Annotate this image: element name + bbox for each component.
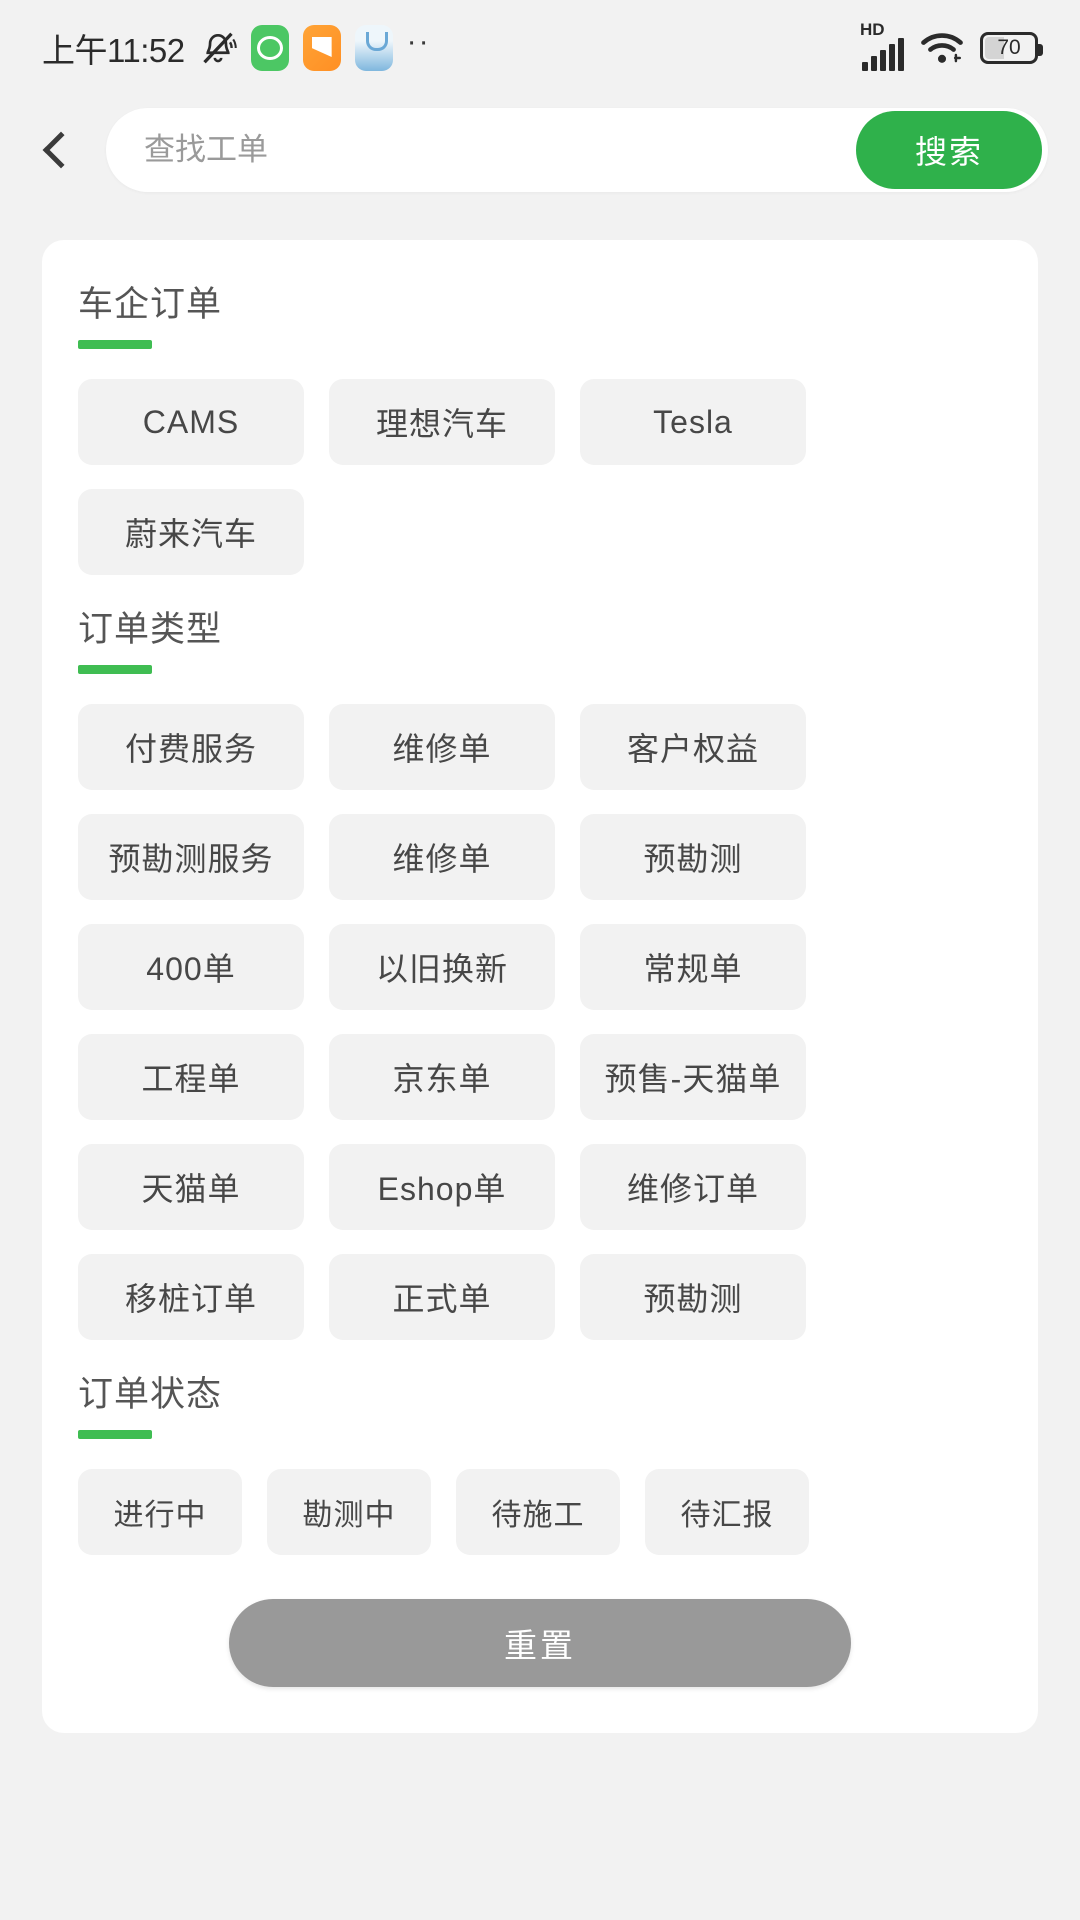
- status-bar-left: 上午11:52 ··: [42, 24, 431, 72]
- note-app-icon: [302, 25, 341, 71]
- chip-option[interactable]: 理想汽车: [329, 379, 555, 465]
- chip-option[interactable]: 勘测中: [267, 1469, 431, 1555]
- search-input[interactable]: [144, 132, 856, 168]
- cat-app-icon: [250, 25, 289, 71]
- chevron-left-icon: [42, 131, 80, 169]
- signal-bar-1: [862, 61, 868, 71]
- section-order-status: 订单状态 进行中 勘测中 待施工 待汇报: [78, 1374, 1002, 1555]
- chip-option[interactable]: 进行中: [78, 1469, 242, 1555]
- chip-option[interactable]: 以旧换新: [329, 924, 555, 1010]
- chip-option[interactable]: 移桩订单: [78, 1254, 304, 1340]
- chip-option[interactable]: 付费服务: [78, 704, 304, 790]
- back-button[interactable]: [30, 118, 84, 182]
- section-underline: [78, 340, 152, 349]
- chip-option[interactable]: 预勘测: [580, 1254, 806, 1340]
- search-button[interactable]: 搜索: [856, 111, 1042, 189]
- battery-level: 70: [997, 36, 1021, 59]
- chip-option[interactable]: 天猫单: [78, 1144, 304, 1230]
- chip-option[interactable]: 预勘测: [580, 814, 806, 900]
- section-vehicle-brand: 车企订单 CAMS 理想汽车 Tesla 蔚来汽车: [78, 284, 1002, 575]
- reset-button[interactable]: 重置: [229, 1599, 851, 1687]
- chip-option[interactable]: CAMS: [78, 379, 304, 465]
- reset-row: 重置: [78, 1599, 1002, 1687]
- section-underline: [78, 665, 152, 674]
- signal-bar-4: [889, 43, 895, 71]
- status-bar: 上午11:52 ·· HD 70: [0, 0, 1080, 96]
- chip-option[interactable]: Eshop单: [329, 1144, 555, 1230]
- chip-option[interactable]: Tesla: [580, 379, 806, 465]
- section-title: 车企订单: [78, 285, 223, 324]
- chip-group-order-status: 进行中 勘测中 待施工 待汇报: [78, 1469, 1002, 1555]
- section-title: 订单状态: [78, 1375, 223, 1414]
- section-order-type: 订单类型 付费服务 维修单 客户权益 预勘测服务 维修单 预勘测 400单 以旧…: [78, 609, 1002, 1340]
- mute-bell-icon: [202, 32, 237, 64]
- status-bar-right: HD 70: [860, 20, 1043, 71]
- hd-signal-icon: HD: [860, 20, 904, 71]
- chip-option[interactable]: 常规单: [580, 924, 806, 1010]
- chip-option[interactable]: 工程单: [78, 1034, 304, 1120]
- hd-label: HD: [860, 19, 885, 39]
- chip-option[interactable]: 维修单: [329, 814, 555, 900]
- chip-option[interactable]: 维修单: [329, 704, 555, 790]
- chip-option[interactable]: 客户权益: [580, 704, 806, 790]
- chip-option[interactable]: 待施工: [456, 1469, 620, 1555]
- chip-option[interactable]: 预勘测服务: [78, 814, 304, 900]
- section-title: 订单类型: [78, 610, 223, 649]
- cloud-app-icon: [354, 25, 393, 71]
- signal-bar-3: [880, 49, 886, 71]
- chip-option[interactable]: 京东单: [329, 1034, 555, 1120]
- signal-bar-5: [898, 37, 904, 71]
- search-field[interactable]: 搜索: [106, 108, 1048, 192]
- search-header: 搜索: [0, 96, 1080, 204]
- section-underline: [78, 1430, 152, 1439]
- signal-bar-2: [871, 55, 877, 71]
- wifi-icon: [921, 33, 963, 63]
- chip-group-vehicle-brand: CAMS 理想汽车 Tesla 蔚来汽车: [78, 379, 1002, 575]
- chip-option[interactable]: 待汇报: [645, 1469, 809, 1555]
- filter-card: 车企订单 CAMS 理想汽车 Tesla 蔚来汽车 订单类型 付费服务 维修单 …: [42, 240, 1038, 1733]
- overflow-dots-icon: ··: [406, 25, 431, 58]
- chip-option[interactable]: 正式单: [329, 1254, 555, 1340]
- chip-option[interactable]: 400单: [78, 924, 304, 1010]
- status-time: 上午11:52: [42, 32, 185, 69]
- chip-option[interactable]: 蔚来汽车: [78, 489, 304, 575]
- chip-option[interactable]: 预售-天猫单: [580, 1034, 806, 1120]
- chip-option[interactable]: 维修订单: [580, 1144, 806, 1230]
- chip-group-order-type: 付费服务 维修单 客户权益 预勘测服务 维修单 预勘测 400单 以旧换新 常规…: [78, 704, 1002, 1340]
- battery-icon: 70: [980, 32, 1043, 64]
